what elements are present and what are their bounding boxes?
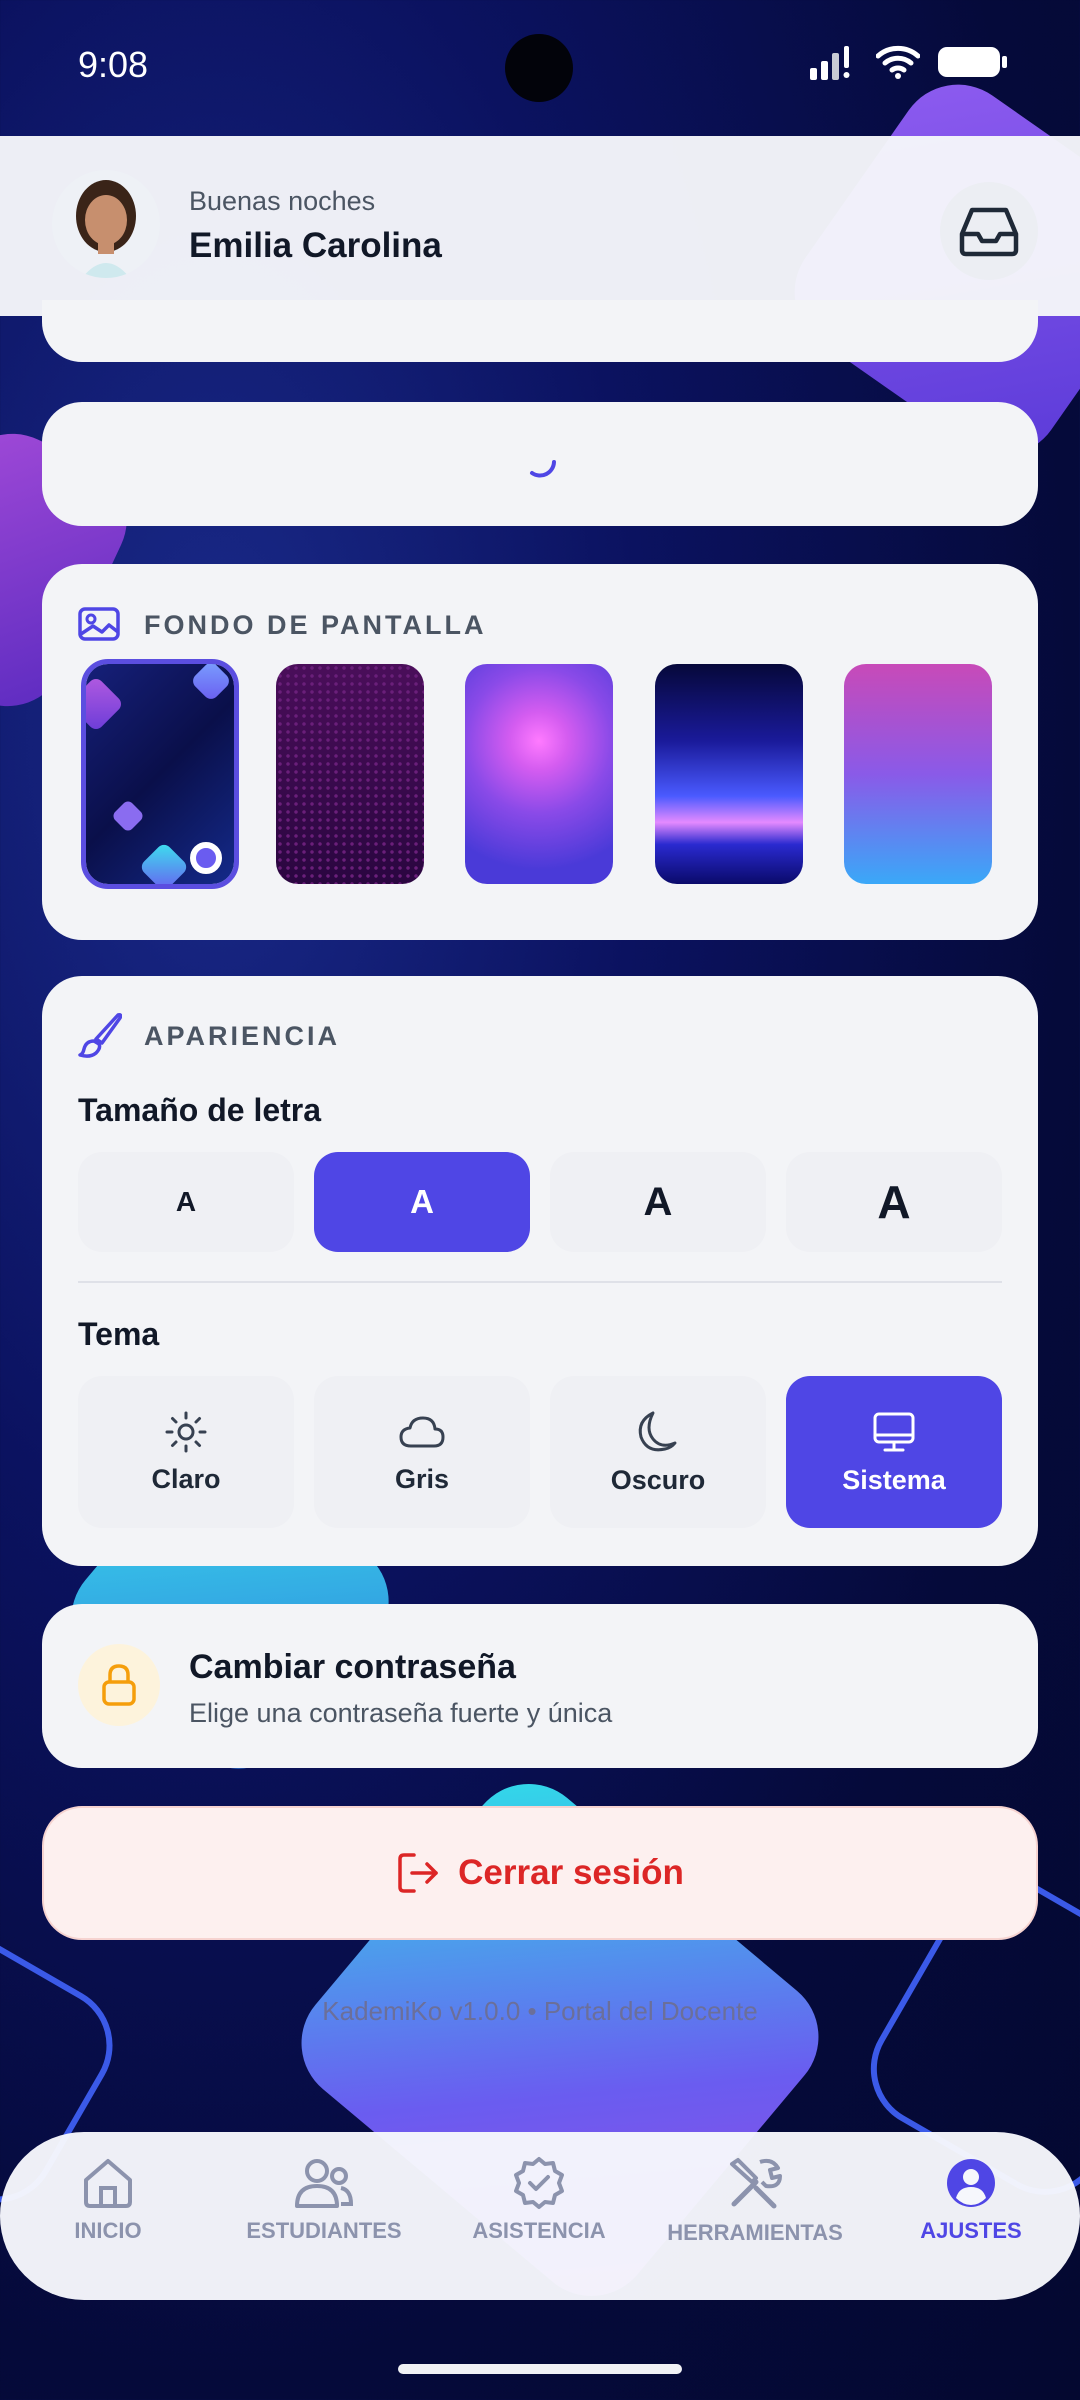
font-size-large-button[interactable]: A xyxy=(550,1152,766,1252)
change-password-subtitle: Elige una contraseña fuerte y única xyxy=(189,1698,613,1728)
wallpaper-thumbnail-circuit-violet[interactable] xyxy=(465,664,613,884)
logout-icon xyxy=(398,1853,438,1893)
theme-option-label: Claro xyxy=(151,1463,221,1494)
divider xyxy=(78,1281,1002,1283)
theme-label: Tema xyxy=(78,1316,160,1352)
appearance-section-title: APARIENCIA xyxy=(144,1021,341,1051)
inbox-button[interactable] xyxy=(940,182,1038,280)
font-size-option-label: A xyxy=(175,1186,197,1217)
bottom-navigation: INICIO ESTUDIANTES ASISTENCIA HERRAMIENT… xyxy=(0,2132,1080,2300)
nav-label: HERRAMIENTAS xyxy=(667,2220,843,2245)
wallpaper-card: FONDO DE PANTALLA xyxy=(42,564,1038,940)
appearance-card: APARIENCIA Tamaño de letra A A A A Tema … xyxy=(42,976,1038,1566)
loading-spinner-icon xyxy=(530,460,556,478)
nav-label: ASISTENCIA xyxy=(472,2218,606,2243)
wifi-icon xyxy=(876,45,920,79)
image-icon xyxy=(78,607,120,641)
wallpaper-thumbnail-blue-splash[interactable] xyxy=(655,664,803,884)
theme-option-label: Oscuro xyxy=(610,1464,706,1495)
nav-item-asistencia[interactable]: ASISTENCIA xyxy=(439,2156,639,2244)
user-circle-icon xyxy=(947,2159,995,2207)
status-time: 9:08 xyxy=(78,44,149,85)
font-size-option-label: A xyxy=(877,1176,911,1228)
sun-icon xyxy=(165,1411,207,1452)
lock-icon xyxy=(102,1664,136,1706)
status-bar: 9:08 xyxy=(0,0,1080,135)
loading-card xyxy=(42,402,1038,526)
nav-item-estudiantes[interactable]: ESTUDIANTES xyxy=(224,2156,424,2244)
theme-system-option[interactable]: Sistema xyxy=(786,1376,1002,1528)
battery-icon xyxy=(938,47,1007,77)
nav-label: INICIO xyxy=(74,2218,142,2243)
cloud-icon xyxy=(399,1416,445,1447)
user-name: Emilia Carolina xyxy=(189,226,442,265)
font-size-option-label: A xyxy=(410,1183,434,1220)
nav-item-ajustes[interactable]: AJUSTES xyxy=(871,2156,1071,2244)
font-size-xlarge-button[interactable]: A xyxy=(786,1152,1002,1252)
logout-label: Cerrar sesión xyxy=(458,1853,684,1892)
status-icons xyxy=(810,44,1008,80)
paintbrush-icon xyxy=(78,1013,122,1058)
theme-gray-option[interactable]: Gris xyxy=(314,1376,530,1528)
font-size-label: Tamaño de letra xyxy=(78,1092,322,1128)
app-header: Buenas noches Emilia Carolina xyxy=(0,136,1080,316)
change-password-card[interactable]: Cambiar contraseña Elige una contraseña … xyxy=(42,1604,1038,1768)
camera-cutout xyxy=(505,34,573,102)
wallpaper-section-title: FONDO DE PANTALLA xyxy=(144,610,487,640)
home-indicator[interactable] xyxy=(398,2364,682,2374)
theme-option-label: Gris xyxy=(394,1463,450,1494)
wallpaper-thumbnail-geometric-blue[interactable] xyxy=(81,659,239,889)
badge-check-icon xyxy=(514,2157,564,2209)
theme-option-label: Sistema xyxy=(842,1464,946,1495)
signal-icon xyxy=(810,46,850,80)
nav-label: AJUSTES xyxy=(920,2218,1022,2243)
avatar[interactable] xyxy=(52,170,160,278)
theme-light-option[interactable]: Claro xyxy=(78,1376,294,1528)
font-size-small-button[interactable]: A xyxy=(78,1152,294,1252)
logout-button[interactable]: Cerrar sesión xyxy=(42,1806,1038,1940)
home-icon xyxy=(84,2159,132,2208)
font-size-medium-button[interactable]: A xyxy=(314,1152,530,1252)
greeting-text: Buenas noches xyxy=(189,186,376,216)
tools-icon xyxy=(730,2158,782,2209)
nav-item-inicio[interactable]: INICIO xyxy=(8,2156,208,2244)
users-icon xyxy=(295,2159,354,2208)
lock-icon-badge xyxy=(78,1644,160,1726)
profile-card xyxy=(42,300,1038,362)
font-size-option-label: A xyxy=(643,1179,673,1224)
nav-label: ESTUDIANTES xyxy=(246,2218,402,2243)
theme-options: Claro Gris Oscuro Sistema xyxy=(78,1376,1002,1528)
version-footer: KademiKo v1.0.0 • Portal del Docente xyxy=(322,1996,758,2026)
theme-dark-option[interactable]: Oscuro xyxy=(550,1376,766,1528)
change-password-title: Cambiar contraseña xyxy=(189,1648,516,1686)
inbox-icon xyxy=(959,207,1019,257)
wallpaper-thumbnail-pink-triangles[interactable] xyxy=(844,664,992,884)
wallpaper-thumbnail-purple-dots[interactable] xyxy=(276,664,424,884)
monitor-icon xyxy=(873,1412,915,1451)
moon-icon xyxy=(638,1411,677,1451)
nav-item-herramientas[interactable]: HERRAMIENTAS xyxy=(655,2156,855,2246)
